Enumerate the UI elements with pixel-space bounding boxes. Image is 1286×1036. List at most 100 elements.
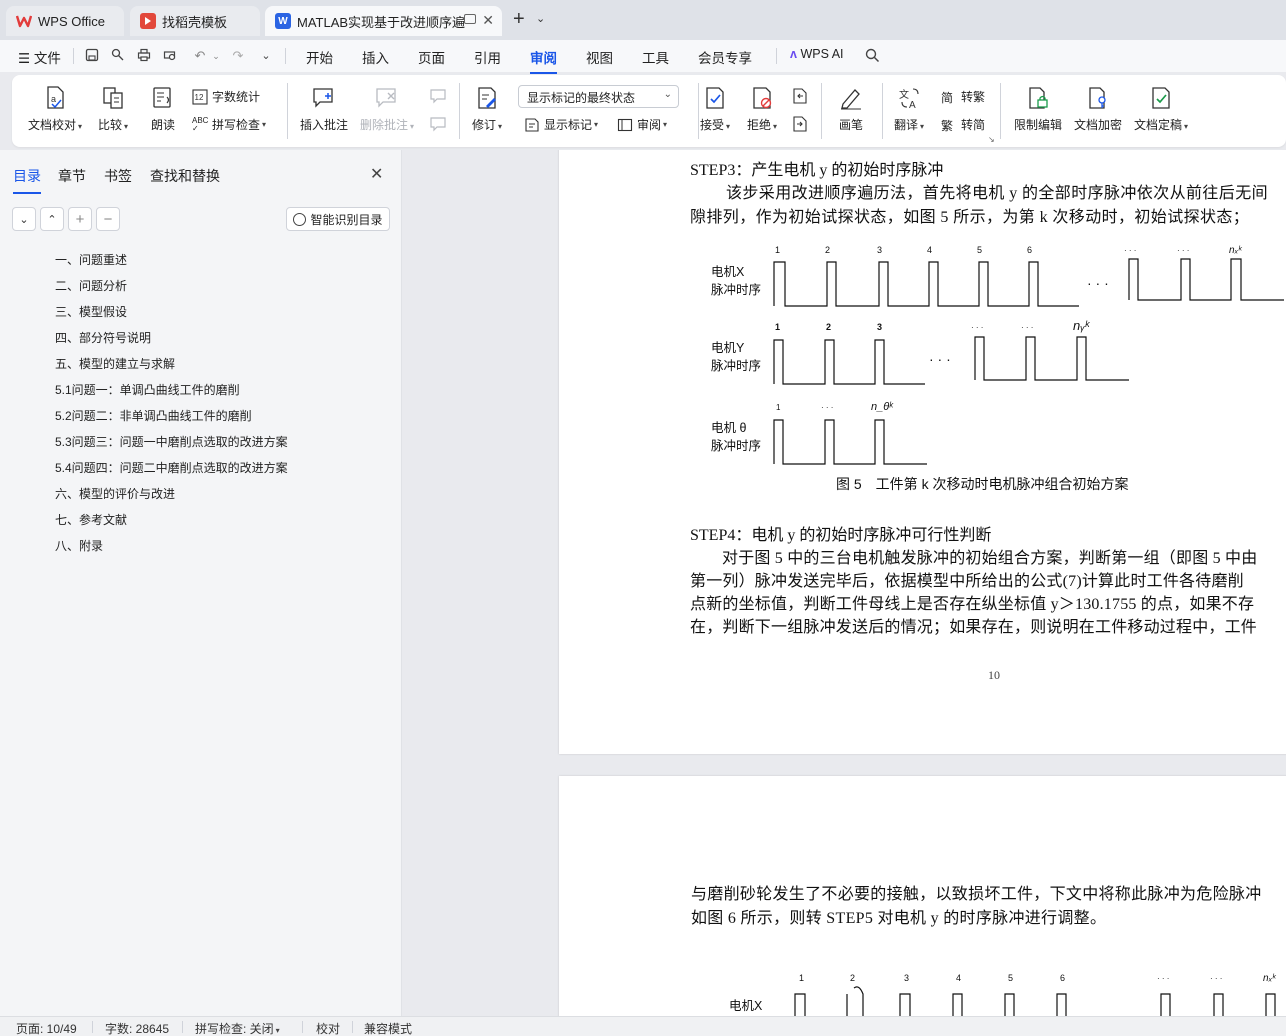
file-menu[interactable]: ☰ 文件 [18,47,61,67]
paragraph-line: 在，判断下一组脉冲发送后的情况；如果存在，则说明在工件移动过程中，工件 [690,619,1258,636]
y-tick: 1 [775,322,780,332]
compare-button[interactable]: 比较 ▾ [98,85,128,133]
menu-member[interactable]: 会员专享 [698,47,752,67]
pulse-seq-label: 脉冲时序 [711,282,761,297]
wps-ai-button[interactable]: ʌ WPS AI [790,47,844,61]
read-aloud-button[interactable]: 朗读 [150,85,176,133]
insert-comment-button[interactable]: 插入批注 [300,85,348,133]
compat-mode-indicator: 兼容模式 [364,1022,413,1036]
word-count-button[interactable]: 12 字数统计 [192,88,260,105]
print-preview-icon[interactable] [162,48,178,64]
monitor-icon[interactable] [464,14,476,24]
x-tick: 1 [799,973,804,983]
x-tick: 6 [1060,973,1065,983]
toc-item[interactable]: 5.2问题二：非单调凸曲线工件的磨削 [55,406,288,432]
word-count-icon: 12 [192,88,208,105]
to-simplified-button[interactable]: 繁 转简 [941,116,985,133]
undo-icon[interactable]: ↶ [192,48,208,64]
new-tab-icon[interactable]: + [513,8,525,31]
menu-view[interactable]: 视图 [586,47,613,67]
track-changes-button[interactable]: 修订 ▾ [472,85,502,133]
motor-y-pulse-train-tail [974,336,1129,381]
previous-change-icon[interactable] [791,87,809,108]
undo-dropdown-icon[interactable]: ⌄ [208,48,224,64]
tab-docer-templates[interactable]: 找稻壳模板 [130,6,260,36]
paragraph-line: 点新的坐标值，判断工件母线上是否存在纵坐标值 y＞130.1755 的点，如果不… [690,596,1255,613]
next-comment-icon[interactable] [429,115,447,136]
paragraph-line: 如图 6 所示，则转 STEP5 对电机 y 的时序脉冲进行调整。 [691,910,1107,927]
toc-item[interactable]: 八、附录 [55,536,288,562]
previous-comment-icon[interactable] [429,87,447,108]
toc-item[interactable]: 5.1问题一：单调凸曲线工件的磨削 [55,380,288,406]
more-dropdown-icon[interactable]: ⌄ [258,48,274,64]
nav-tab-find-replace[interactable]: 查找和替换 [150,166,220,186]
nav-tab-sections[interactable]: 章节 [58,166,86,186]
translate-button[interactable]: 文A 翻译 ▾ [894,85,924,133]
reject-button[interactable]: 拒绝 ▾ [747,85,777,133]
delete-comment-icon [374,85,400,111]
toc-item[interactable]: 四、部分符号说明 [55,328,288,354]
proof-indicator[interactable]: 校对 [316,1020,340,1036]
show-markup-button[interactable]: 显示标记 ▾ [524,116,598,133]
chevron-down-icon[interactable]: ⌄ [536,12,545,25]
nav-tab-bookmarks[interactable]: 书签 [104,166,132,186]
document-canvas[interactable]: STEP3：产生电机 y 的初始时序脉冲 该步采用改进顺序遍历法，首先将电机 y… [403,150,1286,1016]
export-icon[interactable] [110,48,126,64]
proofread-icon: a [42,85,68,111]
toc-item[interactable]: 六、模型的评价与改进 [55,484,288,510]
navigation-pane: 目录 章节 书签 查找和替换 ✕ ⌄ ⌃ + − 智能识别目录 一、问题重述 二… [0,150,402,1016]
add-heading-button[interactable]: + [68,207,92,231]
chevron-down-icon: ⌄ [19,213,29,226]
menu-review[interactable]: 审阅 [530,47,557,74]
toc-item[interactable]: 5.3问题三：问题一中磨削点选取的改进方案 [55,432,288,458]
encrypt-document-button[interactable]: 文档加密 [1074,85,1122,133]
save-icon[interactable] [84,48,100,64]
tab-wps-office[interactable]: WPS Office [6,6,124,36]
menu-references[interactable]: 引用 [474,47,501,67]
toc-item[interactable]: 三、模型假设 [55,302,288,328]
menu-page[interactable]: 页面 [418,47,445,67]
review-pane-button[interactable]: 审阅 ▾ [617,116,667,133]
restrict-editing-icon [1025,85,1051,111]
close-tab-icon[interactable]: ✕ [482,12,494,29]
proofread-button[interactable]: a 文档校对 ▾ [28,85,82,133]
paragraph-line: 与磨削砂轮发生了不必要的接触，以致损坏工件，下文中将称此脉冲为危险脉冲 [691,886,1262,903]
menu-tools[interactable]: 工具 [642,47,669,67]
redo-icon[interactable]: ↷ [230,48,246,64]
delete-comment-button[interactable]: 删除批注 ▾ [360,85,414,133]
restrict-editing-button[interactable]: 限制编辑 [1014,85,1062,133]
ribbon-expand-icon[interactable]: ↘ [988,135,995,144]
word-count-indicator[interactable]: 字数: 28645 [105,1020,169,1036]
pen-button[interactable]: 画笔 [838,85,864,133]
search-icon[interactable] [864,48,880,64]
toc-item[interactable]: 5.4问题四：问题二中磨削点选取的改进方案 [55,458,288,484]
motor-y-pulse-train [773,339,925,385]
tab-current-document[interactable]: W MATLAB实现基于改进顺序遍历 ✕ [265,6,502,36]
menu-insert[interactable]: 插入 [362,47,389,67]
document-page[interactable]: 与磨削砂轮发生了不必要的接触，以致损坏工件，下文中将称此脉冲为危险脉冲 如图 6… [559,776,1286,1016]
nav-tab-toc[interactable]: 目录 [13,166,41,194]
translate-icon: 文A [896,85,922,111]
toc-item[interactable]: 一、问题重述 [55,250,288,276]
x-tick: 3 [904,973,909,983]
to-traditional-button[interactable]: 简 转繁 [941,88,985,105]
smart-toc-button[interactable]: 智能识别目录 [286,207,390,231]
toc-item[interactable]: 五、模型的建立与求解 [55,354,288,380]
markup-display-select[interactable]: 显示标记的最终状态 ⌄ [518,85,679,108]
menu-home[interactable]: 开始 [306,47,333,67]
spell-check-button[interactable]: ABC ✓ 拼写检查 ▾ [192,116,266,133]
remove-heading-button[interactable]: − [96,207,120,231]
document-page[interactable]: STEP3：产生电机 y 的初始时序脉冲 该步采用改进顺序遍历法，首先将电机 y… [559,150,1286,754]
theta-tick: · · · [821,403,833,412]
close-pane-icon[interactable]: ✕ [370,164,383,184]
next-change-icon[interactable] [791,115,809,136]
expand-up-button[interactable]: ⌃ [40,207,64,231]
page-indicator[interactable]: 页面: 10/49 [16,1020,77,1036]
spell-check-indicator[interactable]: 拼写检查: 关闭 ▾ [195,1020,280,1036]
accept-button[interactable]: 接受 ▾ [700,85,730,133]
print-icon[interactable] [136,48,152,64]
toc-item[interactable]: 七、参考文献 [55,510,288,536]
toc-item[interactable]: 二、问题分析 [55,276,288,302]
finalize-document-button[interactable]: 文档定稿 ▾ [1134,85,1188,133]
collapse-all-button[interactable]: ⌄ [12,207,36,231]
